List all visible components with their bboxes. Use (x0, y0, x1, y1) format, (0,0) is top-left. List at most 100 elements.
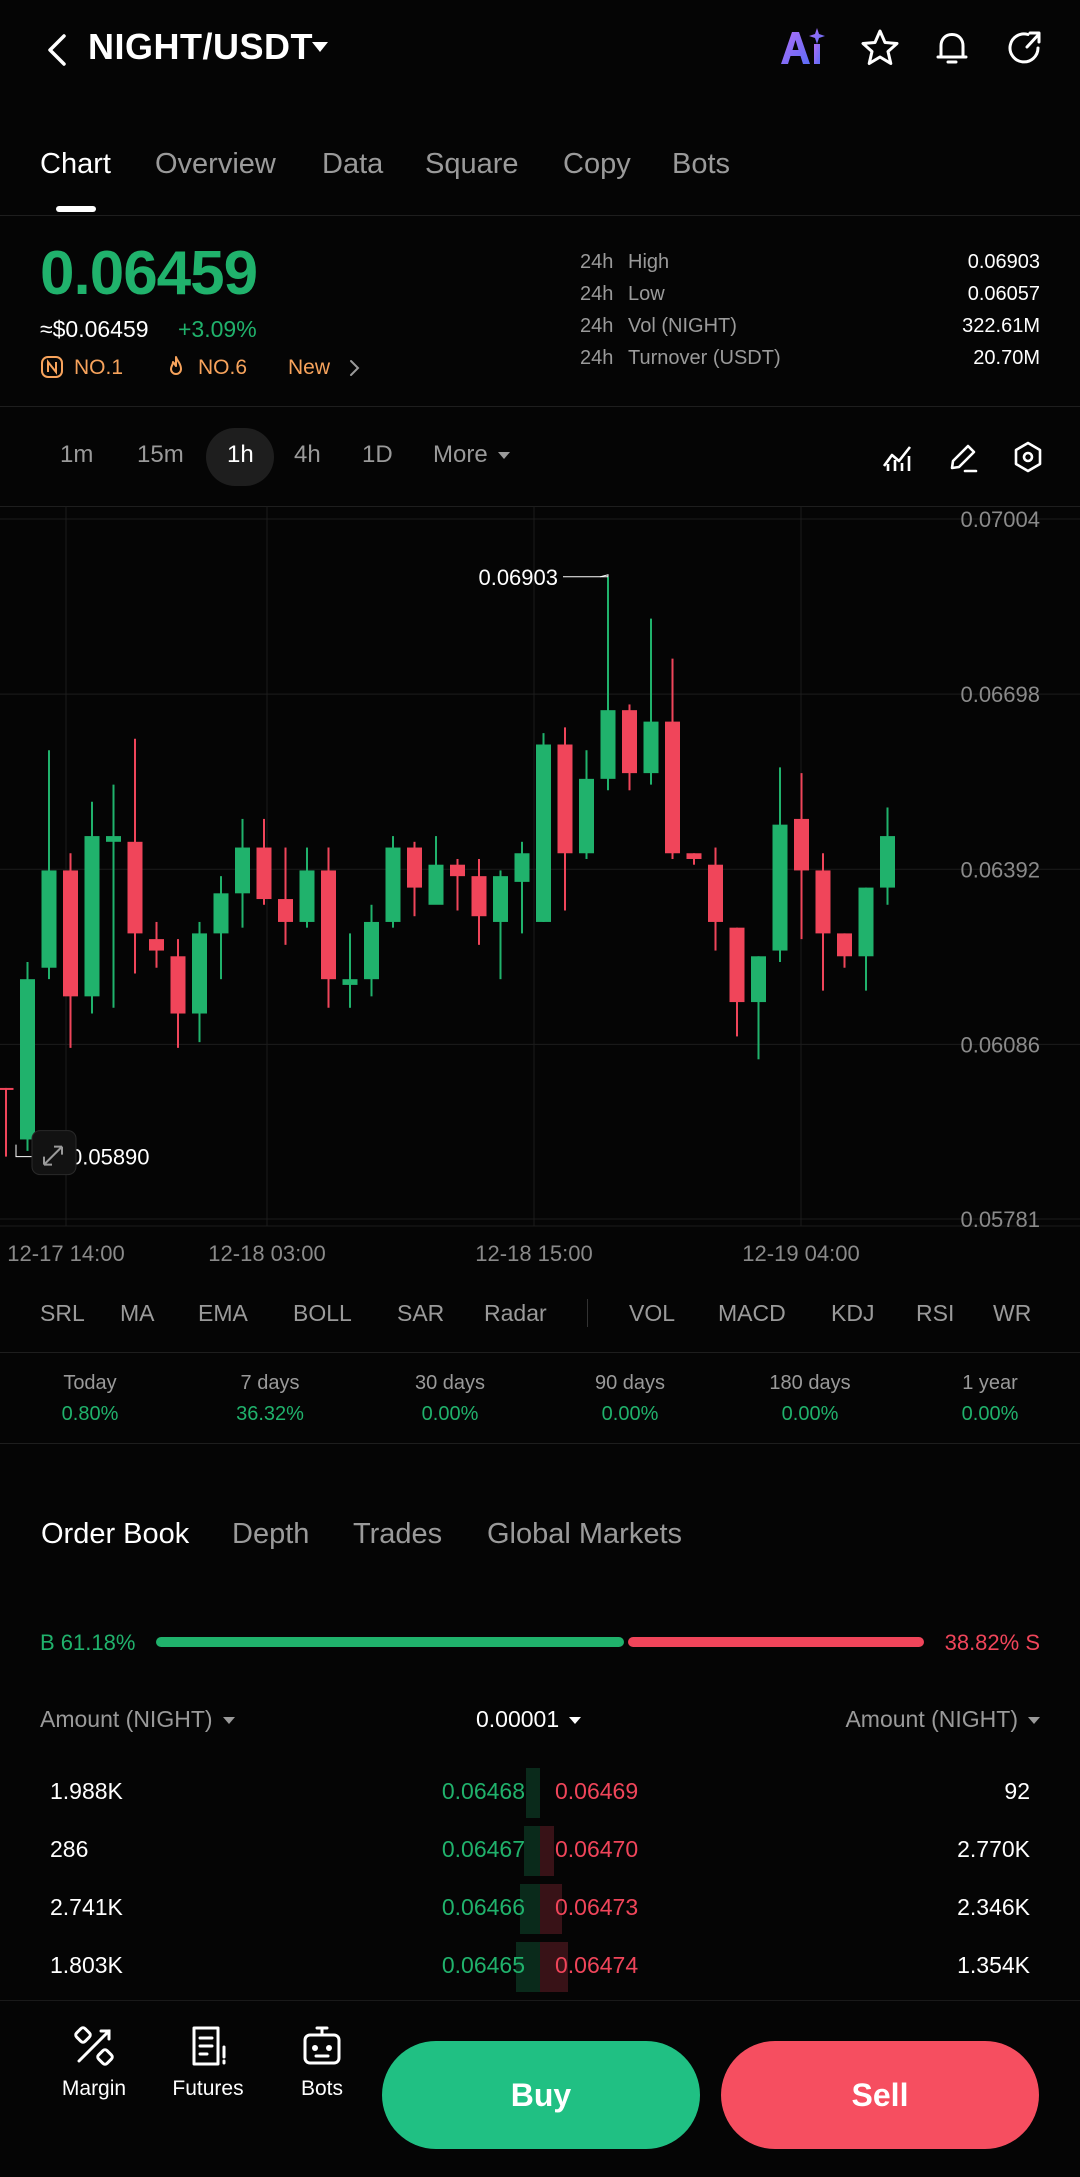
x-axis-tick-label: 12-18 15:00 (475, 1241, 592, 1266)
tab-trades[interactable]: Trades (353, 1518, 442, 1551)
indicator-macd[interactable]: MACD (718, 1300, 786, 1327)
candle-body (794, 818, 809, 871)
indicator-vol[interactable]: VOL (629, 1300, 675, 1327)
chevron-right-icon[interactable] (346, 359, 362, 377)
tab-depth[interactable]: Depth (232, 1518, 309, 1551)
perf-180d-value: 0.00% (781, 1403, 839, 1425)
rank-badge-icon (41, 356, 63, 378)
ask-price: 0.06470 (555, 1836, 639, 1862)
divider (0, 406, 1080, 407)
indicator-rsi[interactable]: RSI (916, 1300, 954, 1327)
bid-depth-bar (526, 1768, 540, 1818)
precision-label: 0.00001 (476, 1706, 560, 1732)
indicator-kdj[interactable]: KDJ (831, 1300, 874, 1327)
indicator-boll[interactable]: BOLL (293, 1300, 352, 1327)
ask-amount: 2.346K (957, 1894, 1030, 1920)
ask-price: 0.06469 (555, 1778, 639, 1804)
divider (0, 1443, 1080, 1444)
hot-badge[interactable]: NO.6 (198, 356, 247, 380)
candlestick-chart[interactable]: 0.07004 0.06698 0.06392 0.06086 0.05781 12-17… (0, 506, 1080, 1266)
sell-ratio: 38.82% S (944, 1630, 1040, 1655)
candle-body (815, 870, 831, 934)
interval-more[interactable]: More (433, 441, 510, 469)
order-book-row[interactable]: 286 0.06467 0.06470 2.770K (0, 1826, 1080, 1876)
stat-high-label: High (628, 251, 670, 273)
max-price-label: 0.06903 (478, 565, 558, 590)
new-badge[interactable]: New (288, 356, 330, 380)
sell-button[interactable]: Sell (721, 2041, 1039, 2149)
tab-data[interactable]: Data (322, 148, 383, 181)
caret-down-icon (1028, 1717, 1040, 1725)
candle-body (514, 853, 530, 882)
pair-dropdown-caret-icon[interactable] (312, 42, 328, 52)
order-book-row[interactable]: 1.803K 0.06465 0.06474 1.354K (0, 1942, 1080, 1992)
candle-body (20, 979, 35, 1140)
perf-90d-value: 0.00% (601, 1403, 659, 1425)
notification-bell-icon[interactable] (930, 26, 974, 70)
rank-badge[interactable]: NO.1 (74, 356, 123, 380)
candle-body (622, 710, 637, 774)
interval-15m[interactable]: 15m (137, 441, 184, 469)
indicator-ema[interactable]: EMA (198, 1300, 248, 1327)
bid-amount-header-label: Amount (NIGHT) (40, 1706, 213, 1732)
indicator-chart-icon[interactable] (880, 440, 914, 474)
perf-180d-label: 180 days (769, 1372, 851, 1394)
caret-down-icon (569, 1717, 582, 1725)
bots-nav[interactable]: Bots (267, 2023, 377, 2101)
tab-chart[interactable]: Chart (40, 148, 111, 181)
stat-high-value: 0.06903 (967, 251, 1040, 273)
favorite-star-icon[interactable] (858, 26, 902, 70)
interval-4h[interactable]: 4h (294, 441, 321, 469)
order-book-row[interactable]: 1.988K 0.06468 0.06469 92 (0, 1768, 1080, 1818)
trading-pair-title[interactable]: NIGHT/USDT (88, 26, 313, 68)
perf-today-label: Today (63, 1372, 117, 1394)
share-icon[interactable] (1002, 26, 1046, 70)
y-axis-tick-label: 0.06086 (960, 1032, 1040, 1057)
stat-turnover-label: Turnover (USDT) (628, 347, 781, 369)
perf-1y-label: 1 year (962, 1372, 1018, 1394)
interval-1h[interactable]: 1h (227, 441, 254, 469)
chart-settings-icon[interactable] (1011, 440, 1045, 474)
expand-chart-button[interactable] (31, 1130, 77, 1176)
tab-square[interactable]: Square (425, 148, 519, 181)
page-tabs: Chart Overview Data Square Copy Bots (0, 140, 1080, 216)
draw-pencil-icon[interactable] (946, 440, 980, 474)
bid-depth-bar (524, 1826, 540, 1876)
indicator-sar[interactable]: SAR (397, 1300, 444, 1327)
margin-nav[interactable]: Margin (39, 2023, 149, 2101)
ask-amount: 92 (1004, 1778, 1030, 1804)
perf-30d-value: 0.00% (421, 1403, 479, 1425)
ask-amount-column-header[interactable]: Amount (NIGHT) (845, 1706, 1040, 1733)
indicator-wr[interactable]: WR (993, 1300, 1031, 1327)
tab-global-markets[interactable]: Global Markets (487, 1518, 682, 1551)
tab-bots[interactable]: Bots (672, 148, 730, 181)
tab-order-book[interactable]: Order Book (41, 1518, 189, 1551)
tab-copy[interactable]: Copy (563, 148, 631, 181)
back-arrow-icon[interactable] (38, 30, 78, 70)
y-axis-tick-label: 0.06698 (960, 682, 1040, 707)
tab-overview[interactable]: Overview (155, 148, 276, 181)
candle-body (428, 864, 444, 905)
futures-nav[interactable]: Futures (153, 2023, 263, 2101)
indicator-srl[interactable]: SRL (40, 1300, 85, 1327)
divider (0, 1352, 1080, 1353)
ai-assistant-icon[interactable] (778, 24, 826, 82)
buy-button[interactable]: Buy (382, 2041, 700, 2149)
bot-robot-icon (303, 2026, 341, 2065)
x-axis-tick-label: 12-18 03:00 (208, 1241, 325, 1266)
indicator-ma[interactable]: MA (120, 1300, 155, 1327)
perf-7d-value: 36.32% (236, 1403, 304, 1425)
interval-1d[interactable]: 1D (362, 441, 393, 469)
interval-1m[interactable]: 1m (60, 441, 93, 469)
precision-selector[interactable]: 0.00001 (476, 1706, 582, 1733)
bid-amount-column-header[interactable]: Amount (NIGHT) (40, 1706, 235, 1733)
candle-body (213, 893, 229, 934)
bottom-action-bar: Margin Futures Bots Buy Sell (0, 2000, 1080, 2177)
interval-more-label: More (433, 441, 488, 468)
candle-body (686, 853, 702, 859)
indicator-radar[interactable]: Radar (484, 1300, 547, 1327)
bid-amount: 1.803K (50, 1952, 123, 1978)
order-book-row[interactable]: 2.741K 0.06466 0.06473 2.346K (0, 1884, 1080, 1934)
ask-price: 0.06474 (555, 1952, 639, 1978)
perf-30d-label: 30 days (414, 1372, 486, 1394)
